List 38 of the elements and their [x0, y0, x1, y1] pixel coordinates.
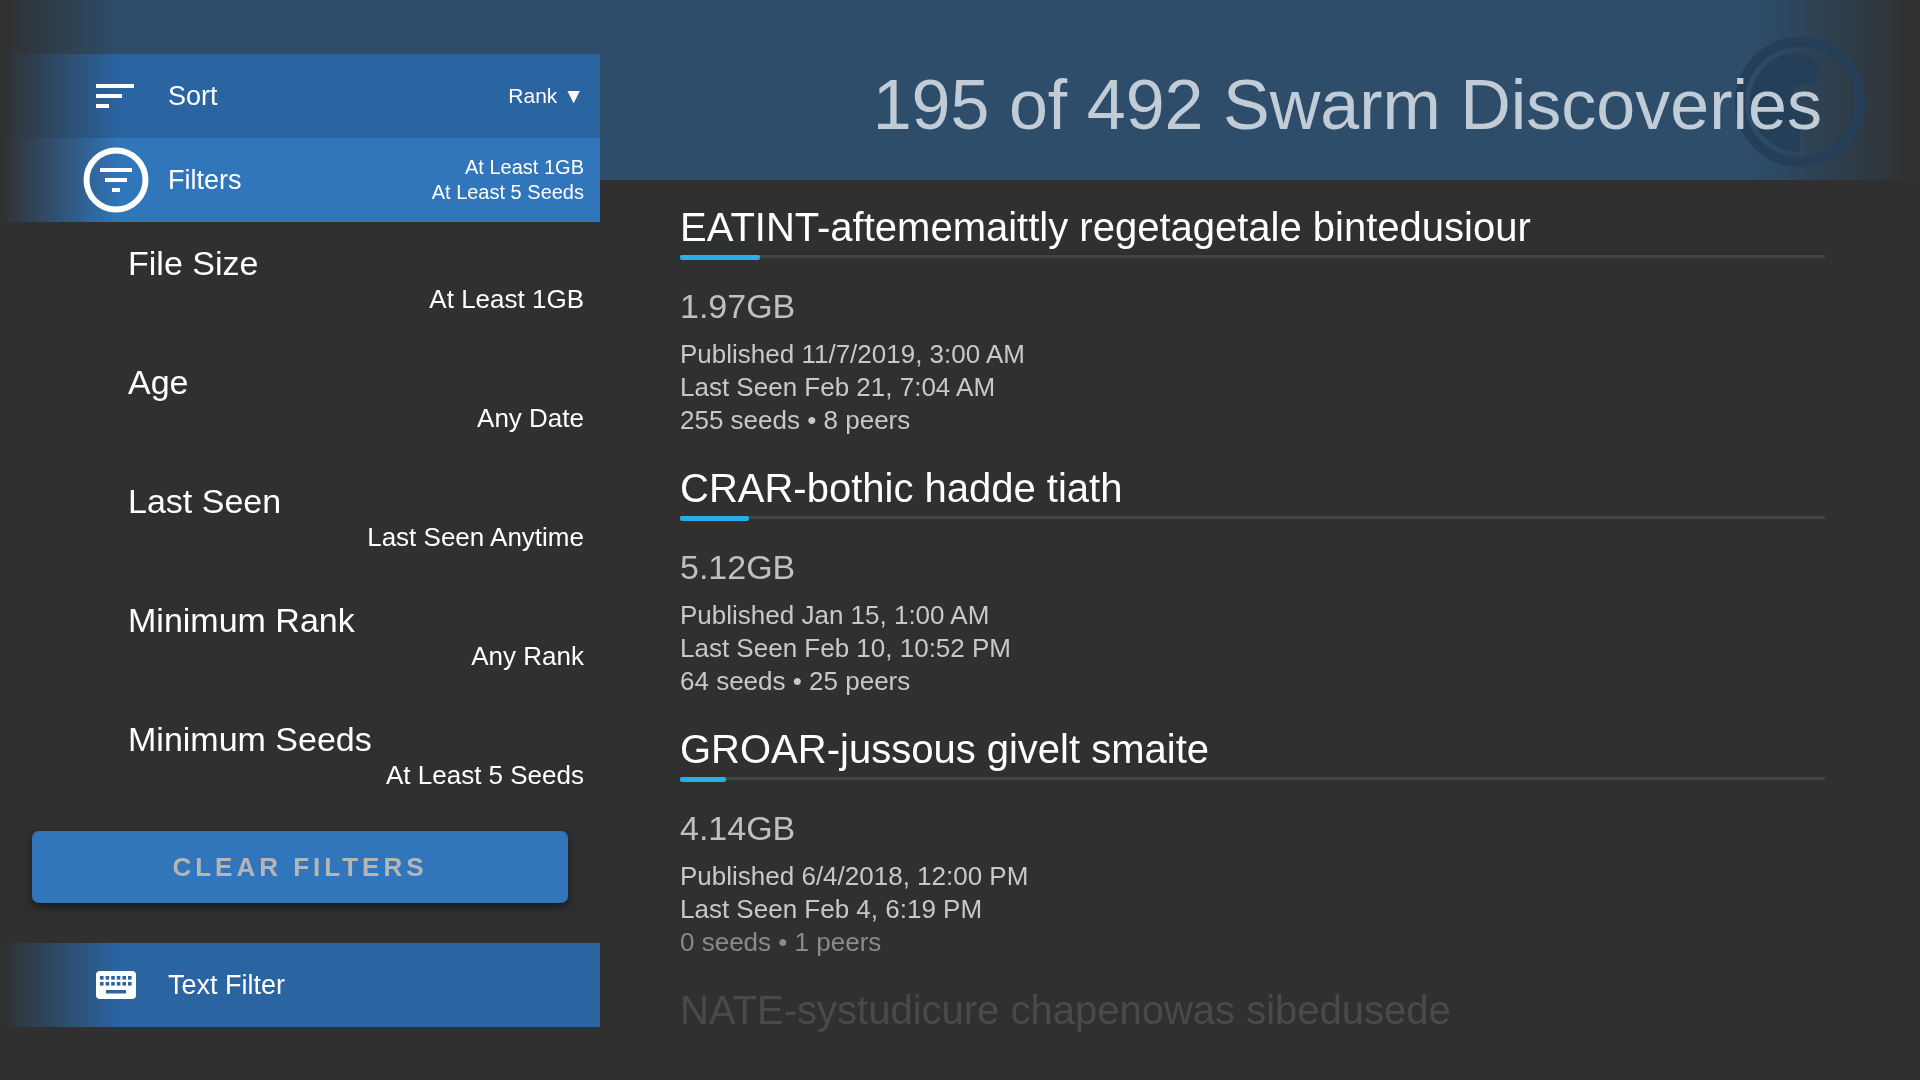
filter-name[interactable]: Minimum Seeds	[128, 720, 372, 758]
filter-value: At Least 5 Seeds	[385, 760, 584, 790]
filter-value: At Least 1GB	[429, 284, 584, 314]
swarm-stats: 64 seeds • 25 peers	[680, 665, 912, 698]
file-size: 4.14GB	[680, 808, 797, 848]
filter-value: Last Seen Anytime	[367, 522, 584, 552]
last-seen: Last Seen Feb 4, 6:19 PM	[680, 893, 984, 926]
published-date: Published 11/7/2019, 3:00 AM	[680, 338, 1026, 371]
keyboard-icon	[96, 971, 136, 999]
filter-value: Any Date	[477, 403, 584, 433]
result-title[interactable]: EATINT-aftememaittly regetagetale bintedusiour	[680, 202, 1825, 252]
filter-summary: At Least 1GB	[465, 155, 584, 180]
sort-value: Rank ▼	[508, 84, 584, 108]
result-title[interactable]: GROAR-jussous givelt smaite	[680, 724, 1825, 774]
swarm-stats: 255 seeds • 8 peers	[680, 404, 912, 437]
file-size: 5.12GB	[680, 547, 797, 587]
published-date: Published 6/4/2018, 12:00 PM	[680, 860, 1030, 893]
filters-label: Filters	[168, 164, 243, 196]
sort-icon	[96, 84, 134, 108]
filter-name[interactable]: File Size	[128, 244, 259, 282]
filters-row[interactable]: Filters At Least 1GB At Least 5 Seeds	[0, 138, 600, 222]
sort-label: Sort	[168, 80, 219, 112]
sort-row[interactable]: Sort Rank ▼	[0, 54, 600, 138]
filter-name[interactable]: Minimum Rank	[128, 601, 355, 639]
published-date: Published Jan 15, 1:00 AM	[680, 599, 991, 632]
filter-value: Any Rank	[471, 641, 584, 671]
file-size: 1.97GB	[680, 286, 797, 326]
swarm-stats: 0 seeds • 1 peers	[680, 926, 883, 959]
filter-name[interactable]: Last Seen	[128, 482, 282, 520]
last-seen: Last Seen Feb 10, 10:52 PM	[680, 632, 1012, 665]
last-seen: Last Seen Feb 21, 7:04 AM	[680, 371, 997, 404]
filter-icon	[83, 147, 149, 213]
page-title: 195 of 492 Swarm Discoveries	[871, 65, 1822, 145]
text-filter-label: Text Filter	[168, 969, 287, 1001]
text-filter-row[interactable]: Text Filter	[0, 943, 600, 1027]
filter-summary: At Least 5 Seeds	[431, 180, 584, 205]
filter-name[interactable]: Age	[128, 363, 189, 401]
result-title[interactable]: CRAR-bothic hadde tiath	[680, 463, 1825, 513]
